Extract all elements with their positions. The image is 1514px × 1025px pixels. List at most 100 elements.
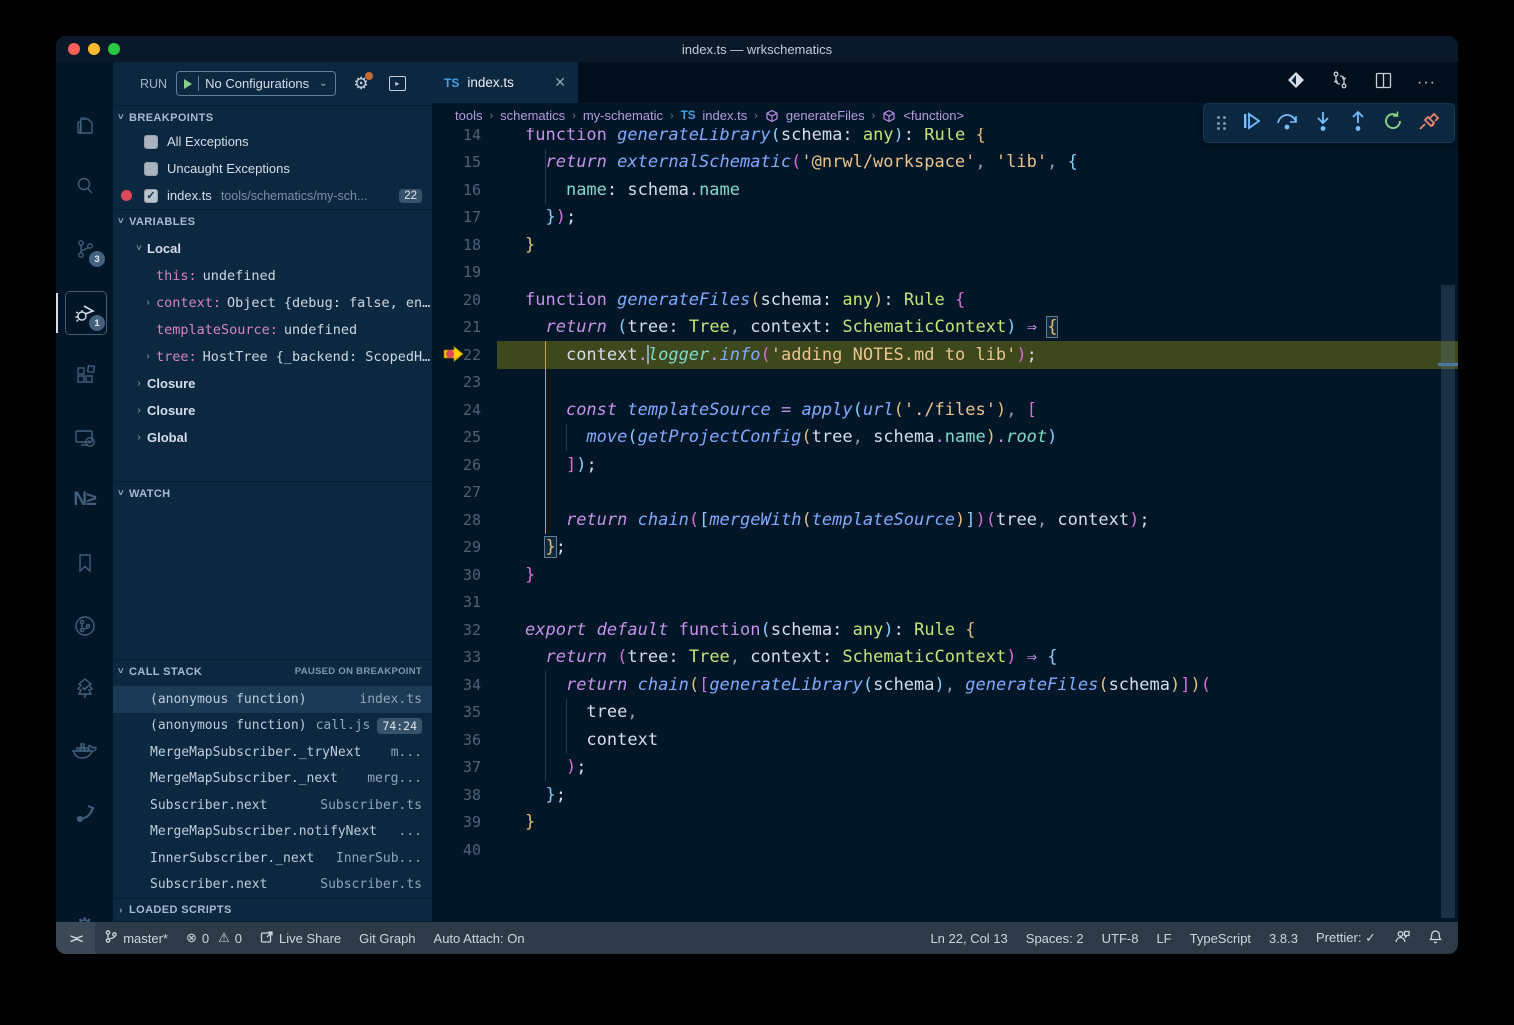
search-icon[interactable] [56,162,113,210]
breadcrumb-item[interactable]: index.ts [702,108,747,123]
code-line[interactable]: 34 return chain([generateLibrary(schema)… [432,671,1458,699]
code-line[interactable]: 28 return chain([mergeWith(templateSourc… [432,506,1458,534]
code-editor[interactable]: 14function generateLibrary(schema: any):… [432,128,1458,922]
prettier-item[interactable]: Prettier: ✓ [1307,922,1385,954]
breadcrumb-item[interactable]: schematics [500,108,565,123]
line-number[interactable]: 31 [432,593,497,611]
code-line[interactable]: 29 }; [432,534,1458,562]
git-history-icon[interactable] [56,602,113,650]
loaded-scripts-section-header[interactable]: › LOADED SCRIPTS [113,898,432,922]
restart-icon[interactable] [1382,110,1404,137]
call-stack-frame[interactable]: MergeMapSubscriber.notifyNext... [113,819,432,846]
call-stack-section-header[interactable]: ˅ CALL STACK PAUSED ON BREAKPOINT [113,659,432,683]
minimize-window-button[interactable] [88,43,100,55]
launch-config-dropdown[interactable]: No Configurations ⌄ [176,71,335,96]
code-line[interactable]: 15 return externalSchematic('@nrwl/works… [432,149,1458,177]
indentation-item[interactable]: Spaces: 2 [1017,922,1093,954]
more-actions-icon[interactable]: ··· [1417,74,1436,92]
line-number[interactable]: 17 [432,208,497,226]
line-number[interactable]: 30 [432,566,497,584]
code-line[interactable]: 30} [432,561,1458,589]
line-number[interactable]: 32 [432,621,497,639]
tab-index-ts[interactable]: TS index.ts ✕ [432,62,578,103]
call-stack-frame[interactable]: Subscriber.nextSubscriber.ts [113,792,432,819]
line-number[interactable]: 25 [432,428,497,446]
code-line[interactable]: 35 tree, [432,699,1458,727]
line-number[interactable]: 37 [432,758,497,776]
line-number[interactable]: 39 [432,813,497,831]
remote-indicator[interactable]: >< [56,922,95,954]
breakpoint-row[interactable]: ✓index.tstools/schematics/my-sch...22 [113,182,432,209]
scrollbar-slider[interactable] [1441,285,1455,918]
code-line[interactable]: 26 ]); [432,451,1458,479]
variable-row[interactable]: this:undefined [113,262,432,289]
compare-changes-icon[interactable] [1330,70,1350,95]
breadcrumb-item[interactable]: <function> [903,108,964,123]
close-tab-icon[interactable]: ✕ [554,74,566,91]
code-line[interactable]: 16 name: schema.name [432,176,1458,204]
ts-version-item[interactable]: 3.8.3 [1260,922,1307,954]
step-over-icon[interactable] [1275,110,1299,137]
line-number[interactable]: 27 [432,483,497,501]
breakpoint-row[interactable]: All Exceptions [113,128,432,155]
code-line[interactable]: 24 const templateSource = apply(url('./f… [432,396,1458,424]
editor-scrollbar[interactable] [1438,128,1458,922]
code-line[interactable]: 19 [432,259,1458,287]
call-stack-frame[interactable]: Subscriber.nextSubscriber.ts [113,872,432,899]
line-number[interactable]: 29 [432,538,497,556]
line-number[interactable]: 36 [432,731,497,749]
titlebar[interactable]: index.ts — wrkschematics [56,36,1458,62]
maximize-window-button[interactable] [108,43,120,55]
eol-item[interactable]: LF [1147,922,1180,954]
line-number[interactable]: 16 [432,181,497,199]
debug-console-icon[interactable]: ▸ [389,76,406,91]
breakpoint-checkbox[interactable] [144,162,158,176]
start-debug-icon[interactable] [184,79,192,89]
breakpoint-checkbox[interactable]: ✓ [144,189,158,203]
notifications-item[interactable] [1419,922,1452,954]
git-branch-item[interactable]: master* [95,922,177,954]
variable-row[interactable]: ˅Local [113,235,432,262]
toolbar-drag-handle[interactable] [1217,116,1228,130]
configure-gear-icon[interactable]: ⚙ [354,74,369,94]
line-number[interactable]: 20 [432,291,497,309]
code-line[interactable]: 39} [432,809,1458,837]
disconnect-icon[interactable] [1417,110,1441,137]
variable-row[interactable]: ›context:Object {debug: false, en… [113,289,432,316]
split-editor-icon[interactable] [1374,71,1393,95]
step-out-icon[interactable] [1347,110,1369,137]
code-line[interactable]: 31 [432,589,1458,617]
call-stack-frame[interactable]: MergeMapSubscriber._nextmerg... [113,766,432,793]
code-line[interactable]: 37 ); [432,754,1458,782]
feedback-item[interactable] [1385,922,1419,954]
close-window-button[interactable] [68,43,80,55]
nx-console-icon[interactable]: N≥ [56,476,113,524]
line-number[interactable]: 35 [432,703,497,721]
line-number[interactable]: 33 [432,648,497,666]
language-mode-item[interactable]: TypeScript [1181,922,1260,954]
source-control-icon[interactable]: 3 [56,225,113,273]
code-line[interactable]: 36 context [432,726,1458,754]
code-line[interactable]: 27 [432,479,1458,507]
continue-icon[interactable] [1240,110,1262,137]
variables-section-header[interactable]: ˅ VARIABLES [113,209,432,233]
code-line[interactable]: 33 return (tree: Tree, context: Schemati… [432,644,1458,672]
live-share-icon[interactable] [56,789,113,837]
line-number[interactable]: 40 [432,841,497,859]
call-stack-frame[interactable]: (anonymous function)call.js74:24 [113,713,432,740]
step-into-icon[interactable] [1312,110,1334,137]
call-stack-frame[interactable]: (anonymous function)index.ts [113,686,432,713]
line-number[interactable]: 34 [432,676,497,694]
code-line[interactable]: 17 }); [432,204,1458,232]
line-number[interactable]: 26 [432,456,497,474]
variable-row[interactable]: ›Global [113,424,432,451]
cursor-position-item[interactable]: Ln 22, Col 13 [921,922,1016,954]
remote-explorer-icon[interactable] [56,414,113,462]
docker-icon[interactable] [56,727,113,775]
line-number[interactable]: 23 [432,373,497,391]
code-line[interactable]: 25 move(getProjectConfig(tree, schema.na… [432,424,1458,452]
line-number[interactable]: 15 [432,153,497,171]
git-graph-item[interactable]: Git Graph [350,922,424,954]
breadcrumb-item[interactable]: my-schematic [583,108,663,123]
auto-attach-item[interactable]: Auto Attach: On [425,922,534,954]
